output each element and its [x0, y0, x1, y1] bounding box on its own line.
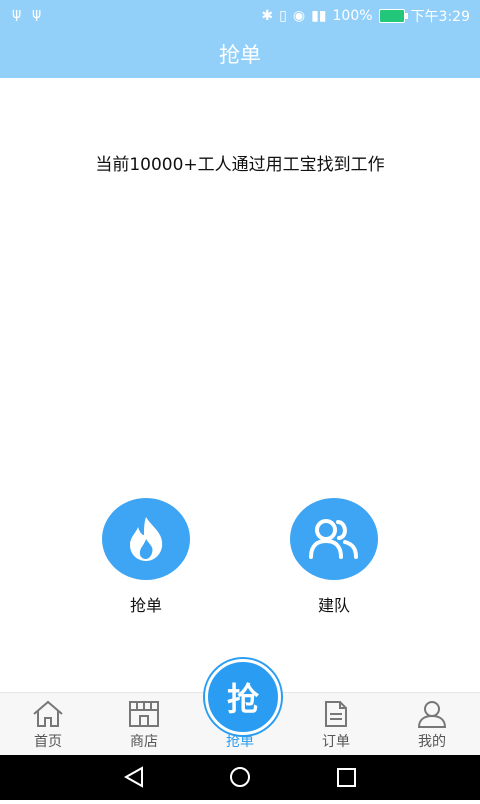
status-bar: ψ ψ ✱ ▯ ◉ ▮▮ 100% 下午3:29 [0, 0, 480, 30]
grab-order-label: 抢单 [129, 596, 162, 615]
home-icon [0, 697, 96, 731]
store-icon [96, 697, 192, 731]
system-nav-bar [0, 755, 480, 800]
signal-icon: ▮▮ [311, 8, 327, 24]
back-icon[interactable] [123, 766, 143, 788]
battery-icon [378, 9, 408, 23]
user-icon [384, 697, 480, 731]
nav-label-profile: 我的 [418, 734, 446, 750]
nav-label-home: 首页 [34, 734, 62, 750]
flame-icon [102, 498, 190, 580]
people-icon [290, 498, 378, 580]
grab-order-button[interactable]: 抢单 [102, 498, 190, 616]
vibrate-icon: ▯ [279, 8, 287, 24]
grab-center-button[interactable]: 抢 [205, 659, 281, 735]
recents-icon[interactable] [337, 768, 356, 787]
status-right: ✱ ▯ ◉ ▮▮ 100% 下午3:29 [261, 6, 470, 26]
battery-percent: 100% [332, 8, 373, 24]
app-header: 抢单 [0, 30, 480, 78]
promo-text: 当前10000+工人通过用工宝找到工作 [95, 155, 385, 175]
nav-item-orders[interactable]: 订单 [288, 697, 384, 751]
nav-item-home[interactable]: 首页 [0, 697, 96, 751]
eye-icon: ◉ [292, 8, 306, 24]
bluetooth-icon: ✱ [261, 8, 274, 24]
grab-center-label: 抢 [226, 680, 259, 718]
home-button-icon[interactable] [230, 767, 250, 787]
nav-label-orders: 订单 [322, 734, 350, 750]
nav-item-store[interactable]: 商店 [96, 697, 192, 751]
build-team-label: 建队 [317, 596, 350, 615]
usb-debug-icon: ψ [32, 6, 42, 22]
usb-icon: ψ [12, 6, 22, 22]
document-icon [288, 697, 384, 731]
nav-label-store: 商店 [130, 734, 158, 750]
page-title: 抢单 [219, 43, 261, 67]
nav-item-profile[interactable]: 我的 [384, 697, 480, 751]
status-time: 下午3:29 [410, 9, 470, 25]
build-team-button[interactable]: 建队 [290, 498, 378, 616]
